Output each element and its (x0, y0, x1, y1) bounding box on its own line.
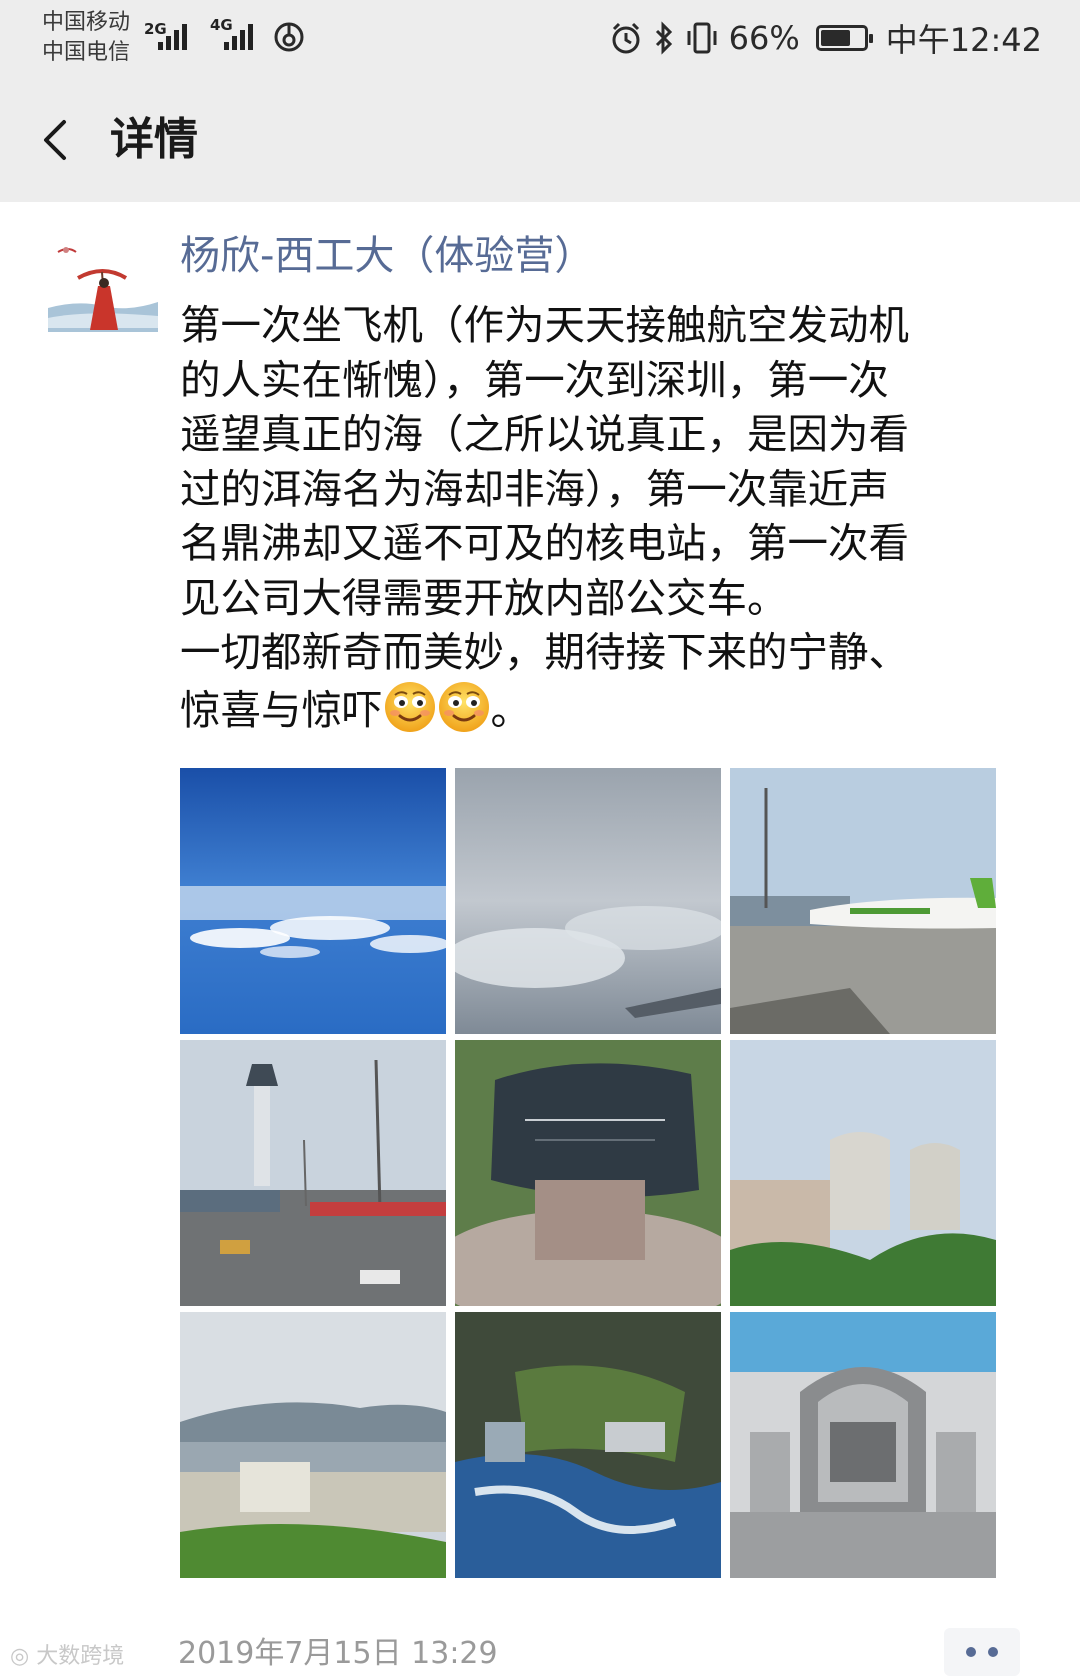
battery-icon (815, 25, 873, 51)
dot-icon (988, 1647, 998, 1657)
back-arrow-icon[interactable] (30, 108, 90, 172)
smiling-face-icon (438, 681, 489, 732)
watermark-text: 大数跨境 (36, 1644, 125, 1669)
page-title: 详情 (110, 114, 198, 165)
post-line-4: 过的洱海名为海却非海），第一次靠近声 (180, 464, 889, 513)
status-bar: 中国移动 中国电信 2G 4G 66% 中午12:42 (0, 0, 1080, 78)
photo-airplane-at-airport[interactable] (730, 768, 996, 1034)
avatar[interactable] (48, 238, 158, 348)
avatar-image (48, 238, 158, 348)
signal-1-icon (158, 22, 196, 50)
more-actions-button[interactable] (944, 1628, 1020, 1676)
photo-clouds-from-window[interactable] (455, 768, 721, 1034)
battery-percent: 66% (728, 19, 800, 57)
alarm-icon (612, 22, 640, 54)
watermark-logo-icon: ◎ (10, 1644, 30, 1669)
post-line-7: 一切都新奇而美妙，期待接下来的宁静、 (180, 628, 909, 676)
post-timestamp: 2019年7月15日 13:29 (178, 1636, 498, 1671)
post-line-2: 的人实在惭愧），第一次到深圳，第一次 (180, 355, 889, 404)
clock: 中午12:42 (885, 21, 1042, 59)
dot-icon (966, 1647, 976, 1657)
smiling-face-icon (384, 681, 435, 732)
carrier-2: 中国电信 (42, 40, 131, 65)
signal-2-icon (224, 22, 262, 50)
post-text: 第一次坐飞机（作为天天接触航空发动机 的人实在惭愧），第一次到深圳，第一次 遥望… (180, 298, 1020, 737)
photo-power-plant-site-model[interactable] (455, 1312, 721, 1578)
photo-engraved-stone-monument[interactable] (455, 1040, 721, 1306)
post-line-6: 见公司大得需要开放内部公交车。 (180, 573, 788, 622)
post-line-3: 遥望真正的海（之所以说真正，是因为看 (180, 410, 909, 458)
carrier-1: 中国移动 (42, 10, 131, 35)
post-line-5: 名鼎沸却又遥不可及的核电站，第一次看 (180, 519, 909, 567)
bluetooth-icon (655, 21, 672, 55)
status-right: 66% 中午12:42 (609, 16, 1042, 60)
photo-nuclear-power-plant[interactable] (730, 1040, 996, 1306)
vibrate-icon (687, 22, 717, 54)
watermark: ◎ 大数跨境 (10, 1640, 124, 1674)
post-line-1: 第一次坐飞机（作为天天接触航空发动机 (180, 301, 909, 349)
post-line-8-text: 惊喜与惊吓 (180, 685, 383, 734)
post-line-8-end: 。 (490, 685, 532, 734)
photo-reactor-building-model[interactable] (730, 1312, 996, 1578)
photo-grid (180, 768, 998, 1578)
nav-bar: 详情 (0, 78, 1080, 202)
post-line-8: 惊喜与惊吓 。 (180, 680, 1020, 738)
battery-level (820, 30, 850, 46)
author-name[interactable]: 杨欣-西工大（体验营） (180, 228, 594, 284)
carrier-info: 中国移动 中国电信 (42, 8, 130, 68)
hotspot-icon (274, 22, 304, 52)
photo-airport-control-tower[interactable] (180, 1040, 446, 1306)
photo-coastal-power-station[interactable] (180, 1312, 446, 1578)
photo-sky-above-clouds[interactable] (180, 768, 446, 1034)
